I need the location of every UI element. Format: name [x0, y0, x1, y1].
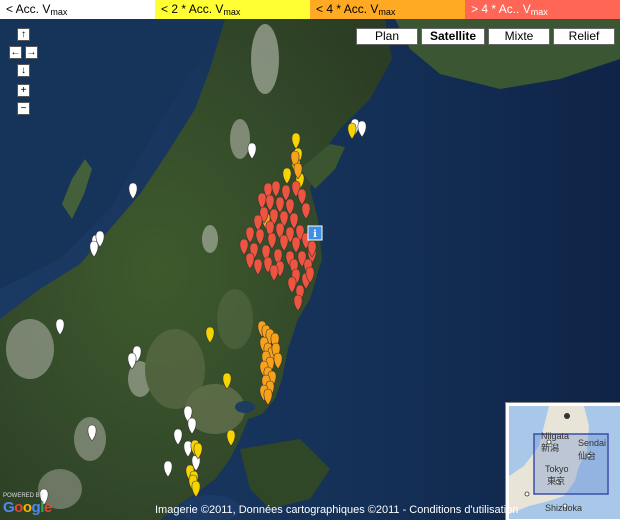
legend-item-high[interactable]: > 4 * Ac.. Vmax [465, 0, 620, 19]
overview-label-niigata: Niigata [541, 431, 569, 441]
map-attribution[interactable]: Imagerie ©2011, Données cartographiques … [155, 504, 518, 516]
google-logo[interactable]: POWERED BY Google [3, 493, 52, 517]
overview-label-tokyo-jp: 東京 [547, 475, 565, 487]
overview-label-sendai: Sendai [578, 438, 606, 448]
pan-right-button[interactable]: → [25, 46, 38, 59]
info-marker-icon[interactable]: ℹ [307, 225, 323, 241]
map-type-plan-button[interactable]: Plan [356, 28, 418, 45]
legend-item-quadruple[interactable]: < 4 * Acc. Vmax [310, 0, 465, 19]
pan-down-button[interactable]: ↓ [17, 64, 30, 77]
map-type-satellite-button[interactable]: Satellite [421, 28, 485, 45]
intensity-legend: < Acc. Vmax < 2 * Acc. Vmax < 4 * Acc. V… [0, 0, 620, 19]
legend-item-double[interactable]: < 2 * Acc. Vmax [155, 0, 310, 19]
google-wordmark: Google [3, 499, 52, 516]
zoom-out-button[interactable]: − [17, 102, 30, 115]
overview-map[interactable]: Niigata 新潟 Sendai 仙台 Tokyo 東京 Shizuoka [505, 402, 620, 520]
lake [235, 401, 255, 413]
map-type-relief-button[interactable]: Relief [553, 28, 615, 45]
map-type-mixte-button[interactable]: Mixte [488, 28, 550, 45]
pan-up-button[interactable]: ↑ [17, 28, 30, 41]
overview-label-sendai-jp: 仙台 [578, 450, 596, 462]
legend-item-low[interactable]: < Acc. Vmax [0, 0, 155, 19]
pan-left-button[interactable]: ← [9, 46, 22, 59]
overview-label-tokyo: Tokyo [545, 464, 569, 474]
overview-label-shizuoka: Shizuoka [545, 503, 582, 513]
map-page: { "legend": [ {"prefix": "< Acc. V", "su… [0, 0, 620, 520]
zoom-in-button[interactable]: + [17, 84, 30, 97]
svg-text:ℹ: ℹ [313, 229, 317, 240]
map-type-selector: Plan Satellite Mixte Relief [356, 28, 615, 45]
overview-label-niigata-jp: 新潟 [541, 442, 559, 454]
